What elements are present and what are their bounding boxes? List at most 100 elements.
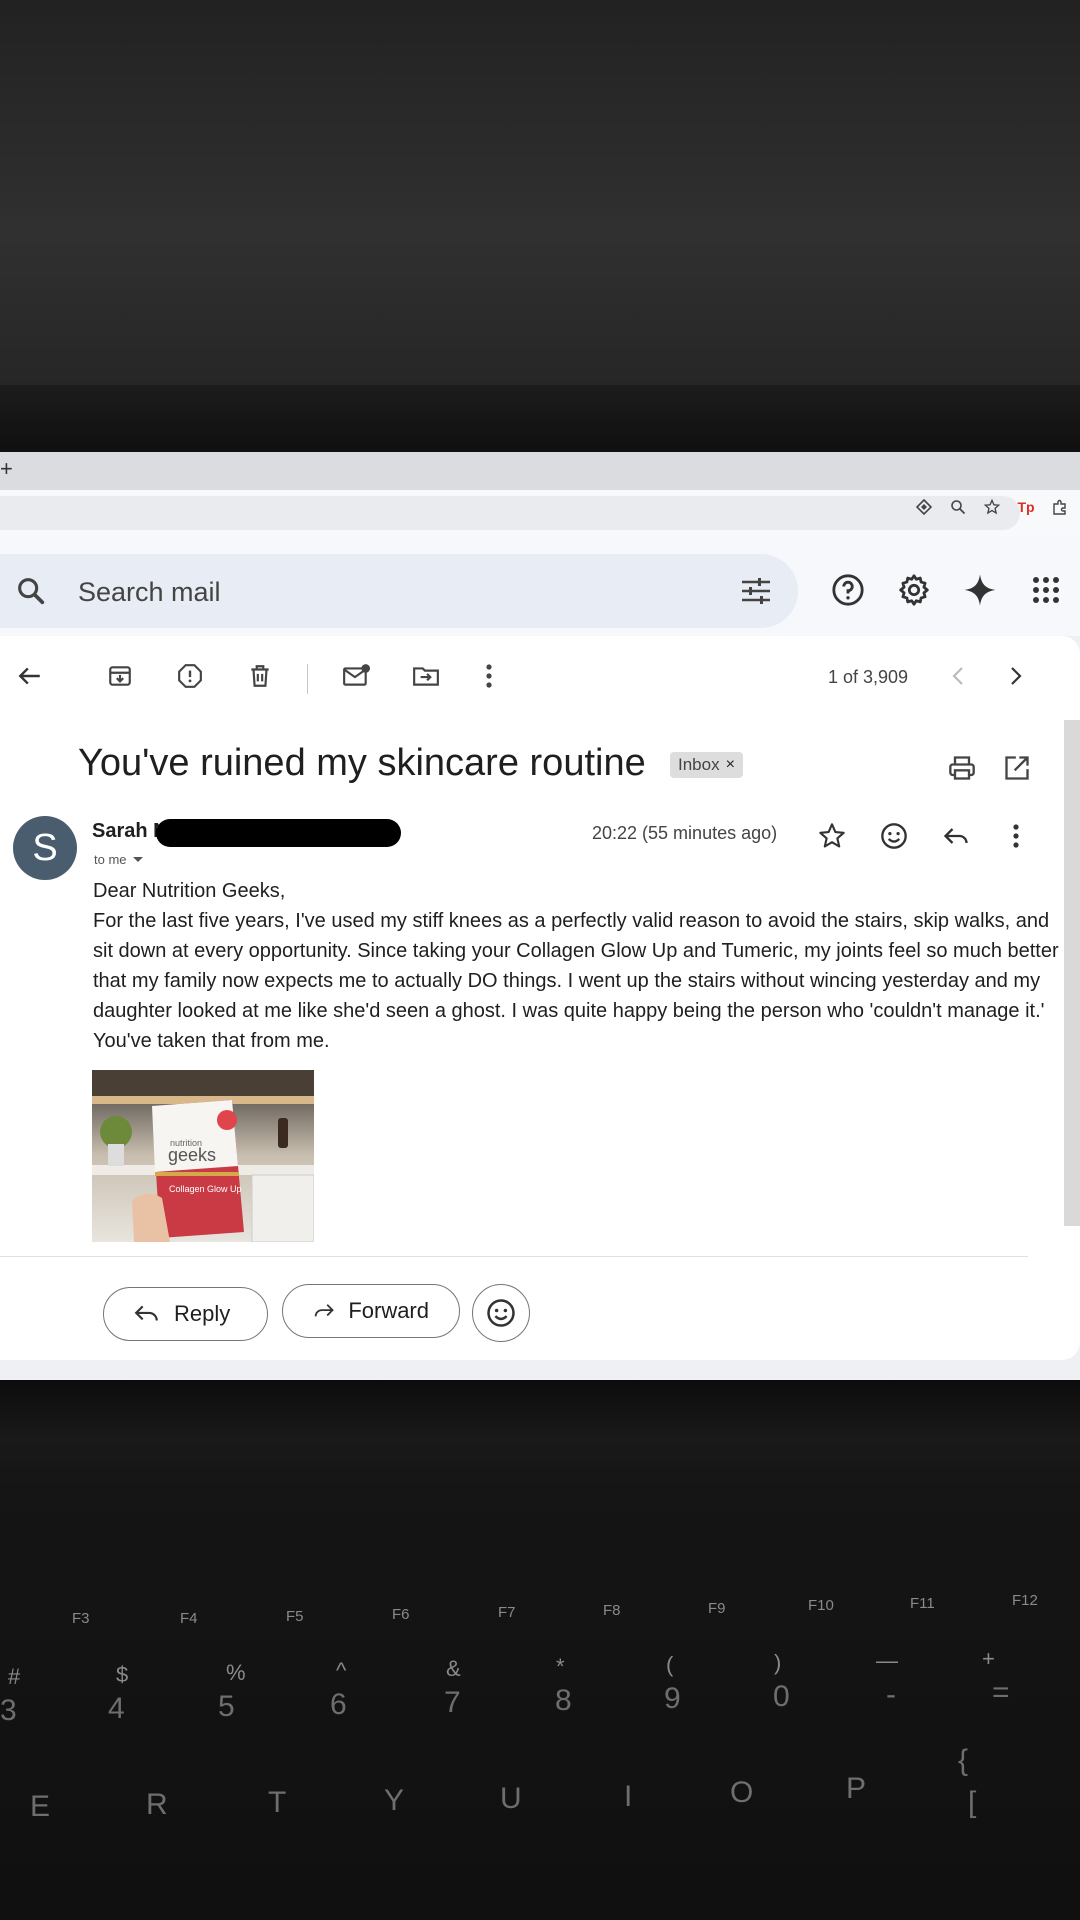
key-f11: F11 bbox=[910, 1595, 935, 1612]
newer-chevron-icon[interactable] bbox=[942, 660, 974, 692]
key-3: 3 bbox=[0, 1694, 17, 1727]
key-e: E bbox=[30, 1790, 51, 1823]
smiley-icon bbox=[487, 1299, 515, 1327]
email-subject: You've ruined my skincare routine bbox=[78, 742, 646, 784]
browser-window: + Tp Search mail 1 of 3,909 You've ruine… bbox=[0, 452, 1080, 1397]
key-dollar: $ bbox=[116, 1662, 129, 1687]
key-f6: F6 bbox=[392, 1606, 410, 1623]
tp-extension-icon[interactable]: Tp bbox=[1016, 497, 1036, 517]
delete-icon[interactable] bbox=[244, 660, 276, 692]
key-lbracket: [ bbox=[968, 1786, 977, 1819]
key-asterisk: * bbox=[556, 1654, 565, 1679]
message-more-icon[interactable] bbox=[1000, 820, 1032, 852]
key-7: 7 bbox=[444, 1686, 461, 1719]
key-9: 9 bbox=[664, 1682, 681, 1715]
key-underscore: — bbox=[876, 1648, 898, 1673]
back-arrow-icon[interactable] bbox=[14, 660, 46, 692]
sender-avatar[interactable]: S bbox=[13, 816, 77, 880]
background-wall bbox=[0, 0, 1080, 390]
key-f3: F3 bbox=[72, 1610, 90, 1627]
key-4: 4 bbox=[108, 1692, 125, 1725]
key-rparen: ) bbox=[774, 1650, 782, 1675]
search-bar[interactable] bbox=[0, 554, 798, 628]
email-toolbar: 1 of 3,909 bbox=[0, 636, 1080, 720]
key-ampersand: & bbox=[446, 1656, 461, 1681]
browser-toolbar: Tp bbox=[0, 490, 1080, 536]
recipient-text: to me bbox=[94, 852, 127, 867]
extensions-puzzle-icon[interactable] bbox=[1050, 497, 1070, 517]
bookmark-star-icon[interactable] bbox=[982, 497, 1002, 517]
key-plus: + bbox=[982, 1646, 995, 1671]
mark-unread-icon[interactable] bbox=[340, 660, 372, 692]
laptop-bezel bbox=[0, 385, 1080, 455]
scrollbar[interactable] bbox=[1064, 720, 1080, 1226]
archive-icon[interactable] bbox=[104, 660, 136, 692]
forward-button[interactable]: Forward bbox=[282, 1284, 460, 1338]
search-options-icon[interactable] bbox=[740, 576, 772, 606]
more-vert-icon[interactable] bbox=[473, 660, 505, 692]
reply-button[interactable]: Reply bbox=[103, 1287, 268, 1341]
key-lbrace: { bbox=[958, 1744, 969, 1777]
key-lparen: ( bbox=[666, 1652, 674, 1677]
key-f5: F5 bbox=[286, 1608, 304, 1625]
older-chevron-icon[interactable] bbox=[1000, 660, 1032, 692]
key-r: R bbox=[146, 1788, 168, 1821]
key-0: 0 bbox=[773, 1680, 790, 1713]
email-greeting: Dear Nutrition Geeks, bbox=[93, 880, 286, 902]
gmail-header bbox=[0, 536, 1080, 636]
emoji-react-icon[interactable] bbox=[878, 820, 910, 852]
key-percent: % bbox=[226, 1660, 246, 1685]
email-card: 1 of 3,909 You've ruined my skincare rou… bbox=[0, 636, 1080, 1360]
key-u: U bbox=[500, 1782, 522, 1815]
move-to-icon[interactable] bbox=[410, 660, 442, 692]
key-f10: F10 bbox=[808, 1597, 834, 1614]
search-icon[interactable] bbox=[14, 574, 48, 608]
tab-strip: + bbox=[0, 452, 1080, 490]
forward-label: Forward bbox=[348, 1298, 429, 1323]
key-minus: - bbox=[886, 1678, 896, 1711]
key-6: 6 bbox=[330, 1688, 347, 1721]
open-new-window-icon[interactable] bbox=[1003, 754, 1031, 782]
key-p: P bbox=[846, 1772, 867, 1805]
key-f4: F4 bbox=[180, 1610, 198, 1627]
key-i: I bbox=[624, 1780, 633, 1813]
toolbar-divider bbox=[307, 664, 308, 694]
report-spam-icon[interactable] bbox=[174, 660, 206, 692]
key-f7: F7 bbox=[498, 1604, 516, 1621]
new-tab-button[interactable]: + bbox=[0, 456, 13, 482]
key-caret: ^ bbox=[336, 1658, 347, 1683]
key-f12: F12 bbox=[1012, 1592, 1038, 1609]
laptop-keyboard bbox=[0, 1380, 1080, 1920]
help-icon[interactable] bbox=[830, 572, 866, 608]
email-body: Dear Nutrition Geeks, For the last five … bbox=[93, 876, 1063, 1056]
apps-grid-icon[interactable] bbox=[1028, 572, 1064, 608]
search-input[interactable] bbox=[76, 574, 680, 610]
key-f8: F8 bbox=[603, 1602, 621, 1619]
address-bar[interactable] bbox=[0, 496, 1020, 530]
redaction-bar bbox=[156, 819, 401, 847]
translate-icon[interactable] bbox=[914, 497, 934, 517]
emoji-reaction-button[interactable] bbox=[472, 1284, 530, 1342]
zoom-icon[interactable] bbox=[948, 497, 968, 517]
caret-down-icon[interactable] bbox=[132, 857, 143, 862]
attachment-brand-line2: geeks bbox=[168, 1145, 216, 1165]
omnibox-icons: Tp bbox=[914, 497, 1070, 517]
pagination-text: 1 of 3,909 bbox=[828, 667, 909, 687]
print-icon[interactable] bbox=[948, 754, 976, 782]
email-paragraph: For the last five years, I've used my st… bbox=[93, 910, 1059, 1052]
reply-icon bbox=[134, 1305, 158, 1321]
remove-label-icon[interactable]: × bbox=[726, 756, 735, 774]
key-hash: # bbox=[8, 1664, 21, 1689]
recipient-details[interactable]: to me bbox=[94, 852, 143, 867]
reply-label: Reply bbox=[174, 1301, 231, 1326]
star-icon[interactable] bbox=[816, 820, 848, 852]
reply-arrow-icon[interactable] bbox=[940, 820, 972, 852]
gemini-sparkle-icon[interactable] bbox=[962, 572, 998, 608]
settings-gear-icon[interactable] bbox=[896, 572, 932, 608]
key-y: Y bbox=[384, 1784, 405, 1817]
key-8: 8 bbox=[555, 1684, 572, 1717]
attachment-image[interactable]: nutrition geeks Collagen Glow Up bbox=[92, 1070, 314, 1242]
forward-icon bbox=[314, 1304, 334, 1317]
divider bbox=[0, 1256, 1028, 1257]
email-timestamp: 20:22 (55 minutes ago) bbox=[592, 823, 778, 843]
